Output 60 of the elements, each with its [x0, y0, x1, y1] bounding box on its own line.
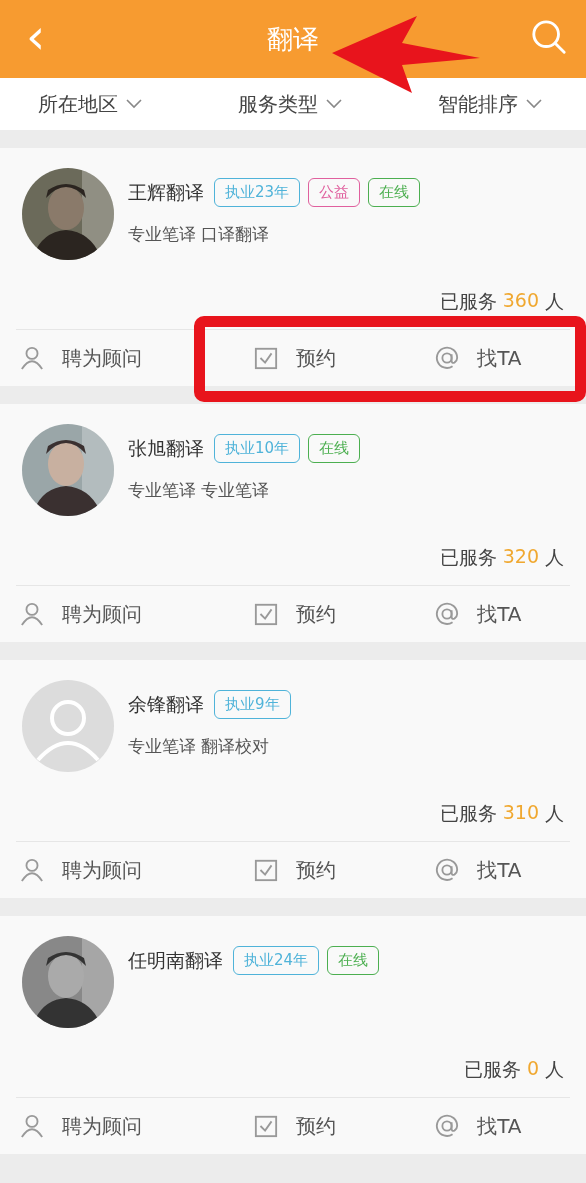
checkbox-icon — [254, 1114, 278, 1138]
filter-dropdown[interactable]: 智能排序 — [438, 90, 542, 118]
filter-dropdown[interactable]: 服务类型 — [238, 90, 342, 118]
service-types: 专业笔译 口译翻译 — [128, 223, 271, 246]
translator-name: 余锋翻译 — [128, 691, 204, 717]
action-button[interactable]: 找TA — [386, 1098, 570, 1154]
served-count: 310 — [502, 801, 539, 825]
page-title: 翻译 — [267, 22, 319, 56]
served-count: 320 — [502, 545, 539, 569]
served-label: 已服务 — [463, 1057, 521, 1082]
translator-name: 张旭翻译 — [128, 435, 204, 461]
at-sign-icon — [435, 346, 460, 370]
tag: 公益 — [308, 178, 361, 207]
person-icon — [20, 602, 44, 626]
tag: 执业10年 — [214, 434, 301, 463]
filter-dropdown[interactable]: 所在地区 — [38, 90, 142, 118]
chevron-down-icon — [526, 99, 542, 109]
action-button[interactable]: 聘为顾问 — [16, 1098, 204, 1154]
tag: 执业24年 — [233, 946, 320, 975]
served-unit: 人 — [545, 801, 564, 826]
person-icon — [20, 858, 44, 882]
action-button[interactable]: 找TA — [386, 586, 570, 642]
person-icon — [20, 346, 44, 370]
default-avatar-icon — [22, 680, 114, 772]
action-button[interactable]: 找TA — [386, 842, 570, 898]
search-icon[interactable] — [530, 18, 568, 56]
translator-name: 任明南翻译 — [128, 947, 223, 973]
action-button[interactable]: 聘为顾问 — [16, 842, 204, 898]
served-count: 360 — [502, 289, 539, 313]
service-types: 专业笔译 专业笔译 — [128, 479, 271, 502]
served-count: 0 — [526, 1057, 539, 1081]
tag: 在线 — [308, 434, 361, 463]
checkbox-icon — [254, 858, 278, 882]
service-types: 专业笔译 翻译校对 — [128, 735, 271, 758]
action-button[interactable]: 聘为顾问 — [16, 586, 204, 642]
at-sign-icon — [435, 858, 460, 882]
action-button[interactable]: 预约 — [203, 842, 387, 898]
translator-name: 王辉翻译 — [128, 179, 204, 205]
person-icon — [20, 1114, 44, 1138]
served-unit: 人 — [545, 289, 564, 314]
at-sign-icon — [435, 602, 460, 626]
chevron-down-icon — [326, 99, 342, 109]
served-label: 已服务 — [439, 545, 497, 570]
tag: 执业9年 — [214, 690, 291, 719]
at-sign-icon — [435, 1114, 460, 1138]
tag: 执业23年 — [214, 178, 301, 207]
action-button[interactable]: 聘为顾问 — [16, 330, 204, 386]
checkbox-icon — [254, 602, 278, 626]
action-button[interactable]: 找TA — [386, 330, 570, 386]
served-label: 已服务 — [439, 289, 497, 314]
action-button[interactable]: 预约 — [203, 330, 387, 386]
served-unit: 人 — [545, 545, 564, 570]
served-unit: 人 — [545, 1057, 564, 1082]
tag: 在线 — [368, 178, 421, 207]
action-button[interactable]: 预约 — [203, 586, 387, 642]
chevron-down-icon — [126, 99, 142, 109]
checkbox-icon — [254, 346, 278, 370]
tag: 在线 — [327, 946, 380, 975]
served-label: 已服务 — [439, 801, 497, 826]
action-button[interactable]: 预约 — [203, 1098, 387, 1154]
